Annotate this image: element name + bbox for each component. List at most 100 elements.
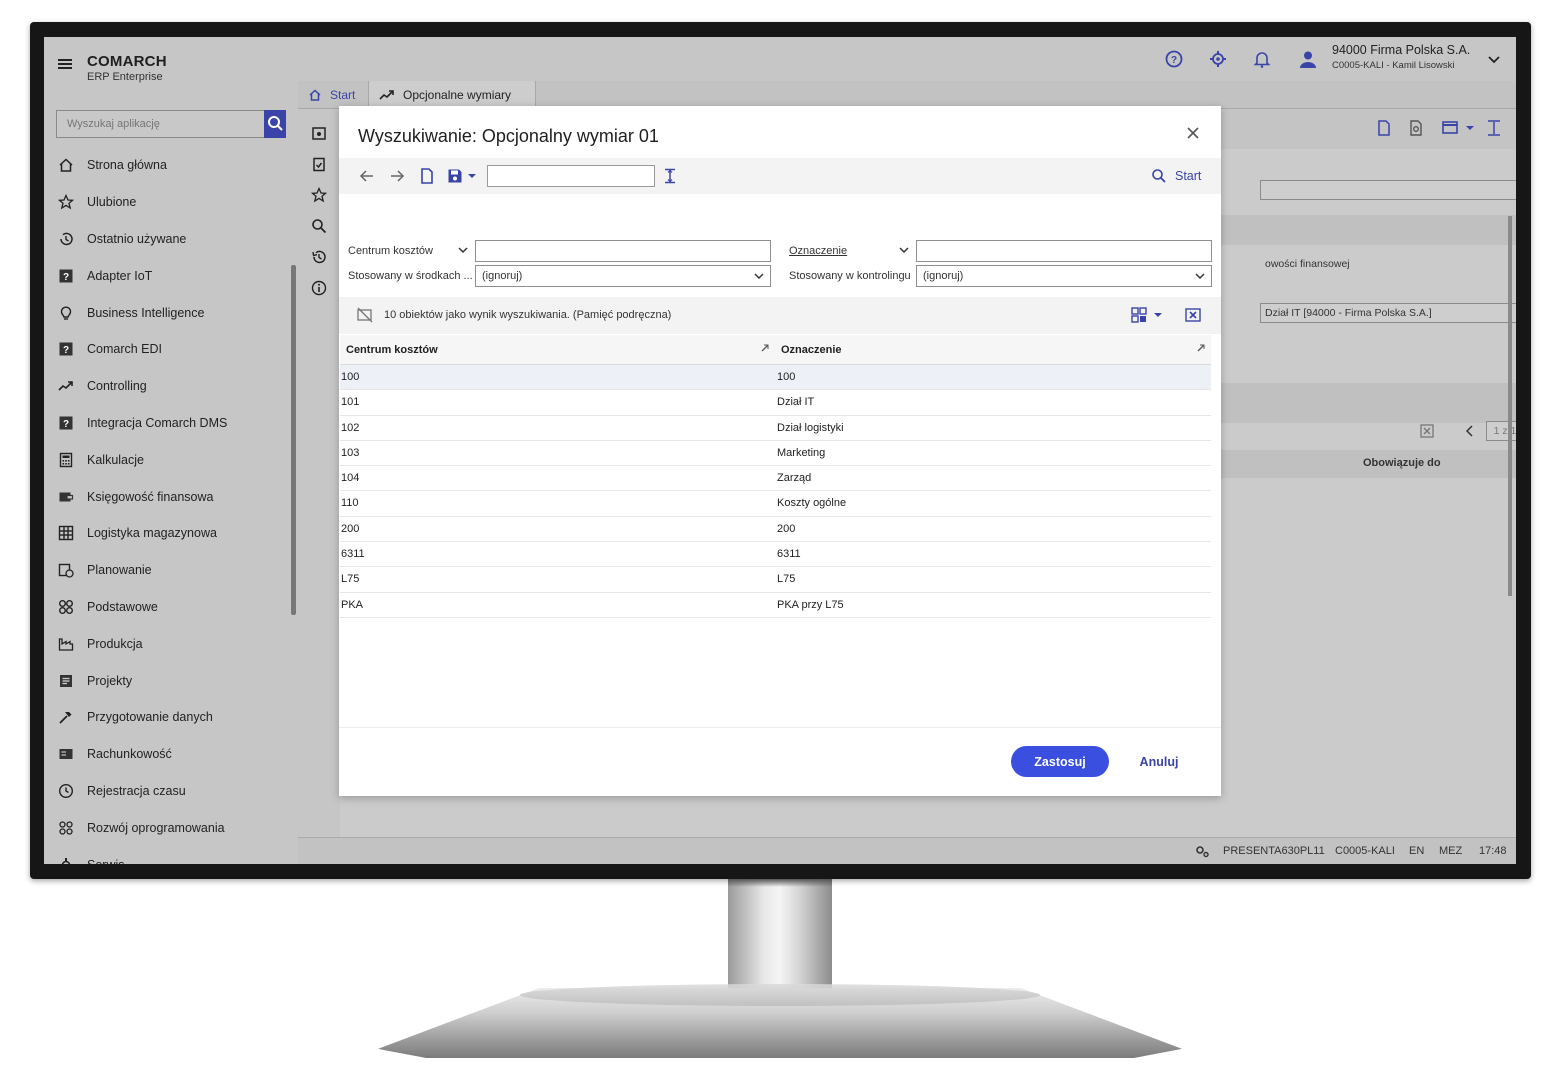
sidebar-item[interactable]: Rozwój oprogramowania [44, 809, 290, 846]
new-document-icon[interactable] [1374, 119, 1394, 139]
sidebar-item[interactable]: Controlling [44, 368, 290, 405]
column-header-cost-center[interactable]: Centrum kosztów [346, 344, 438, 356]
sidebar-item[interactable]: ? Adapter IoT [44, 257, 290, 294]
sidebar-item[interactable]: ? Comarch EDI [44, 331, 290, 368]
sidebar-item-label: Projekty [87, 673, 133, 688]
results-bar: 10 obiektów jako wynik wyszukiwania. (Pa… [339, 297, 1221, 334]
sort-icon[interactable] [760, 343, 770, 355]
help-icon[interactable]: ? [1164, 49, 1184, 69]
apply-button[interactable]: Zastosuj [1011, 746, 1109, 777]
filter-used-in-controlling-select[interactable]: (ignoruj) [916, 265, 1212, 287]
status-gears-icon[interactable] [1194, 843, 1210, 862]
filter-cost-center-operator-chevron-icon[interactable] [458, 245, 468, 255]
sidebar-item[interactable]: Rachunkowość [44, 736, 290, 773]
table-row[interactable]: 102 Dział logistyki [340, 416, 1211, 441]
window-icon[interactable] [1440, 119, 1460, 139]
save-icon[interactable] [446, 167, 464, 185]
column-layout-icon[interactable] [1130, 306, 1148, 324]
window-dropdown-icon[interactable] [1460, 119, 1480, 139]
close-icon[interactable] [1184, 124, 1202, 142]
calendar-star-icon[interactable] [311, 125, 327, 141]
document-search-icon[interactable] [1406, 119, 1426, 139]
sidebar-item[interactable]: Podstawowe [44, 589, 290, 626]
sidebar-item[interactable]: Strona główna [44, 147, 290, 184]
save-dropdown-icon[interactable] [466, 167, 478, 185]
cell-cost-center: 104 [341, 472, 360, 485]
excel-export-icon[interactable] [1184, 306, 1202, 324]
sidebar-item[interactable]: Planowanie [44, 552, 290, 589]
home-icon [309, 89, 321, 101]
column-layout-dropdown-icon[interactable] [1153, 306, 1163, 324]
user-avatar-icon[interactable] [1298, 49, 1318, 69]
app-search-input[interactable] [57, 111, 265, 137]
star-outline-icon[interactable] [310, 186, 328, 203]
search-dialog: Wyszukiwanie: Opcjonalny wymiar 01 Start… [339, 106, 1221, 796]
user-chevron-down-icon[interactable] [1484, 49, 1504, 69]
start-search-button[interactable]: Start [1151, 168, 1201, 184]
tab-optional-dimensions[interactable]: Opcjonalne wymiary [368, 81, 536, 109]
excel-export-icon[interactable] [1417, 423, 1437, 443]
table-row[interactable]: L75 L75 [340, 567, 1211, 593]
cancel-button[interactable]: Anuluj [1129, 752, 1189, 772]
sort-icon[interactable] [1196, 343, 1206, 355]
expand-vertical-icon[interactable] [1484, 119, 1504, 139]
sidebar-item[interactable]: Księgowość finansowa [44, 478, 290, 515]
settings-gear-icon[interactable] [1208, 49, 1228, 69]
history-icon[interactable] [311, 249, 327, 265]
expand-vertical-icon[interactable] [661, 167, 679, 185]
sidebar-item[interactable]: Rejestracja czasu [44, 773, 290, 810]
background-field-department[interactable]: Dział IT [94000 - Firma Polska S.A.] [1260, 303, 1516, 323]
table-row[interactable]: 104 Zarząd [340, 466, 1211, 492]
table-row[interactable]: 101 Dział IT [340, 390, 1211, 416]
forward-arrow-icon[interactable] [388, 167, 406, 185]
new-document-icon[interactable] [418, 167, 436, 185]
user-block[interactable]: 94000 Firma Polska S.A. C0005-KALI - Kam… [1332, 43, 1470, 71]
filter-cost-center-input[interactable] [475, 240, 771, 262]
sidebar-item[interactable]: Ulubione [44, 184, 290, 221]
column-header-designation[interactable]: Oznaczenie [781, 344, 842, 356]
sidebar-item[interactable]: Przygotowanie danych [44, 699, 290, 736]
sidebar-item-label: Integracja Comarch DMS [87, 415, 228, 430]
chevron-down-icon [754, 266, 764, 292]
background-field-top[interactable] [1260, 180, 1516, 200]
saved-search-input[interactable] [487, 165, 655, 187]
results-grid-header: Centrum kosztów Oznaczenie [340, 335, 1211, 365]
sidebar-item[interactable]: Kalkulacje [44, 441, 290, 478]
brand: COMARCH ERP Enterprise [87, 53, 167, 83]
table-row[interactable]: 103 Marketing [340, 441, 1211, 467]
table-row[interactable]: 200 200 [340, 517, 1211, 543]
table-row[interactable]: PKA PKA przy L75 [340, 593, 1211, 618]
sidebar-item[interactable]: Business Intelligence [44, 294, 290, 331]
table-row[interactable]: 110 Koszty ogólne [340, 491, 1211, 517]
info-icon[interactable] [311, 280, 327, 296]
filter-used-in-assets-select[interactable]: (ignoruj) [475, 265, 771, 287]
back-arrow-icon[interactable] [358, 167, 376, 185]
tab-start[interactable]: Start [298, 81, 368, 109]
pager-prev-icon[interactable] [1460, 423, 1480, 443]
sidebar-item-label: Podstawowe [87, 599, 158, 614]
sidebar-item[interactable]: Serwis [44, 846, 290, 864]
cell-cost-center: 200 [341, 522, 360, 535]
sidebar-scrollbar[interactable] [291, 265, 296, 615]
notification-bell-icon[interactable] [1252, 49, 1272, 69]
search-icon[interactable] [311, 218, 327, 234]
sidebar-item[interactable]: Ostatnio używane [44, 221, 290, 258]
filter-designation-operator-chevron-icon[interactable] [899, 245, 909, 255]
start-search-label: Start [1175, 169, 1202, 183]
app-search-button[interactable] [264, 110, 286, 138]
table-row[interactable]: 100 100 [340, 365, 1211, 391]
table-row[interactable]: 6311 6311 [340, 542, 1211, 568]
svg-text:?: ? [1171, 55, 1177, 66]
filter-designation-input[interactable] [916, 240, 1212, 262]
sidebar-item-label: Rozwój oprogramowania [87, 820, 225, 835]
hamburger-menu-icon[interactable] [58, 59, 72, 69]
sidebar: COMARCH ERP Enterprise Strona główna Ulub… [44, 37, 298, 864]
clipboard-check-icon[interactable] [311, 156, 327, 172]
sidebar-item[interactable]: Projekty [44, 662, 290, 699]
cell-designation: PKA przy L75 [777, 598, 844, 611]
sidebar-item[interactable]: Produkcja [44, 625, 290, 662]
app-search [56, 110, 286, 138]
sidebar-item[interactable]: Logistyka magazynowa [44, 515, 290, 552]
workspace-scrollbar[interactable] [1508, 216, 1512, 596]
sidebar-item[interactable]: ? Integracja Comarch DMS [44, 405, 290, 442]
